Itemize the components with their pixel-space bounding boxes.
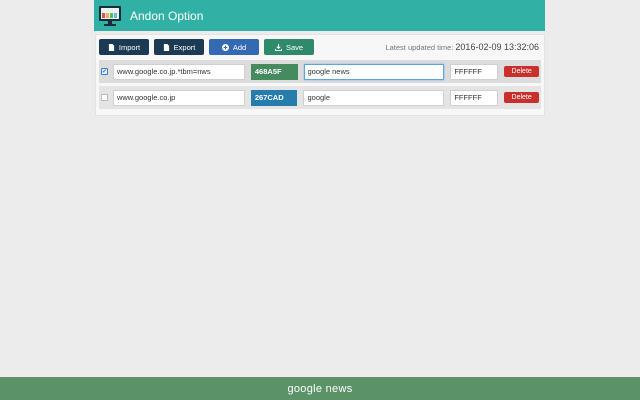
url-pattern-input[interactable]: [112, 89, 245, 106]
row-checkbox[interactable]: [101, 94, 108, 101]
add-button[interactable]: Add: [209, 39, 259, 55]
import-label: Import: [118, 42, 141, 52]
plus-circle-icon: [221, 43, 229, 51]
updated-label: Latest updated time:: [385, 43, 454, 52]
export-label: Export: [173, 42, 196, 52]
table-row: ✔ 468A5F Delete: [99, 60, 541, 83]
updated-time: 2016-02-09 13:32:06: [455, 42, 539, 52]
last-updated: Latest updated time: 2016-02-09 13:32:06: [385, 42, 541, 52]
delete-button[interactable]: Delete: [504, 66, 540, 77]
save-button[interactable]: Save: [264, 39, 314, 55]
delete-button[interactable]: Delete: [504, 92, 539, 103]
text-color-input[interactable]: [450, 89, 499, 106]
file-icon: [108, 43, 114, 51]
url-pattern-input[interactable]: [113, 63, 245, 80]
page-title: Andon Option: [130, 8, 204, 23]
header-bar: Andon Option: [94, 0, 545, 31]
save-label: Save: [285, 42, 304, 52]
background-color-field[interactable]: 468A5F: [250, 63, 298, 80]
label-input[interactable]: [303, 63, 445, 80]
import-button[interactable]: Import: [99, 39, 149, 55]
toolbar: Import Export Add Save Latest updated ti…: [99, 38, 541, 56]
row-checkbox[interactable]: ✔: [101, 68, 108, 75]
export-button[interactable]: Export: [154, 39, 204, 55]
label-input[interactable]: [303, 89, 445, 106]
add-label: Add: [232, 42, 247, 52]
background-color-field[interactable]: 267CAD: [250, 89, 298, 106]
options-panel: Import Export Add Save Latest updated ti…: [95, 34, 545, 116]
download-icon: [274, 43, 282, 51]
text-color-input[interactable]: [450, 63, 499, 80]
monitor-icon: [99, 5, 121, 26]
andon-status-bar: google news: [0, 377, 640, 400]
file-icon: [163, 43, 169, 51]
table-row: 267CAD Delete: [99, 86, 541, 109]
options-app: Andon Option Import Export Add Save Late…: [94, 0, 545, 116]
